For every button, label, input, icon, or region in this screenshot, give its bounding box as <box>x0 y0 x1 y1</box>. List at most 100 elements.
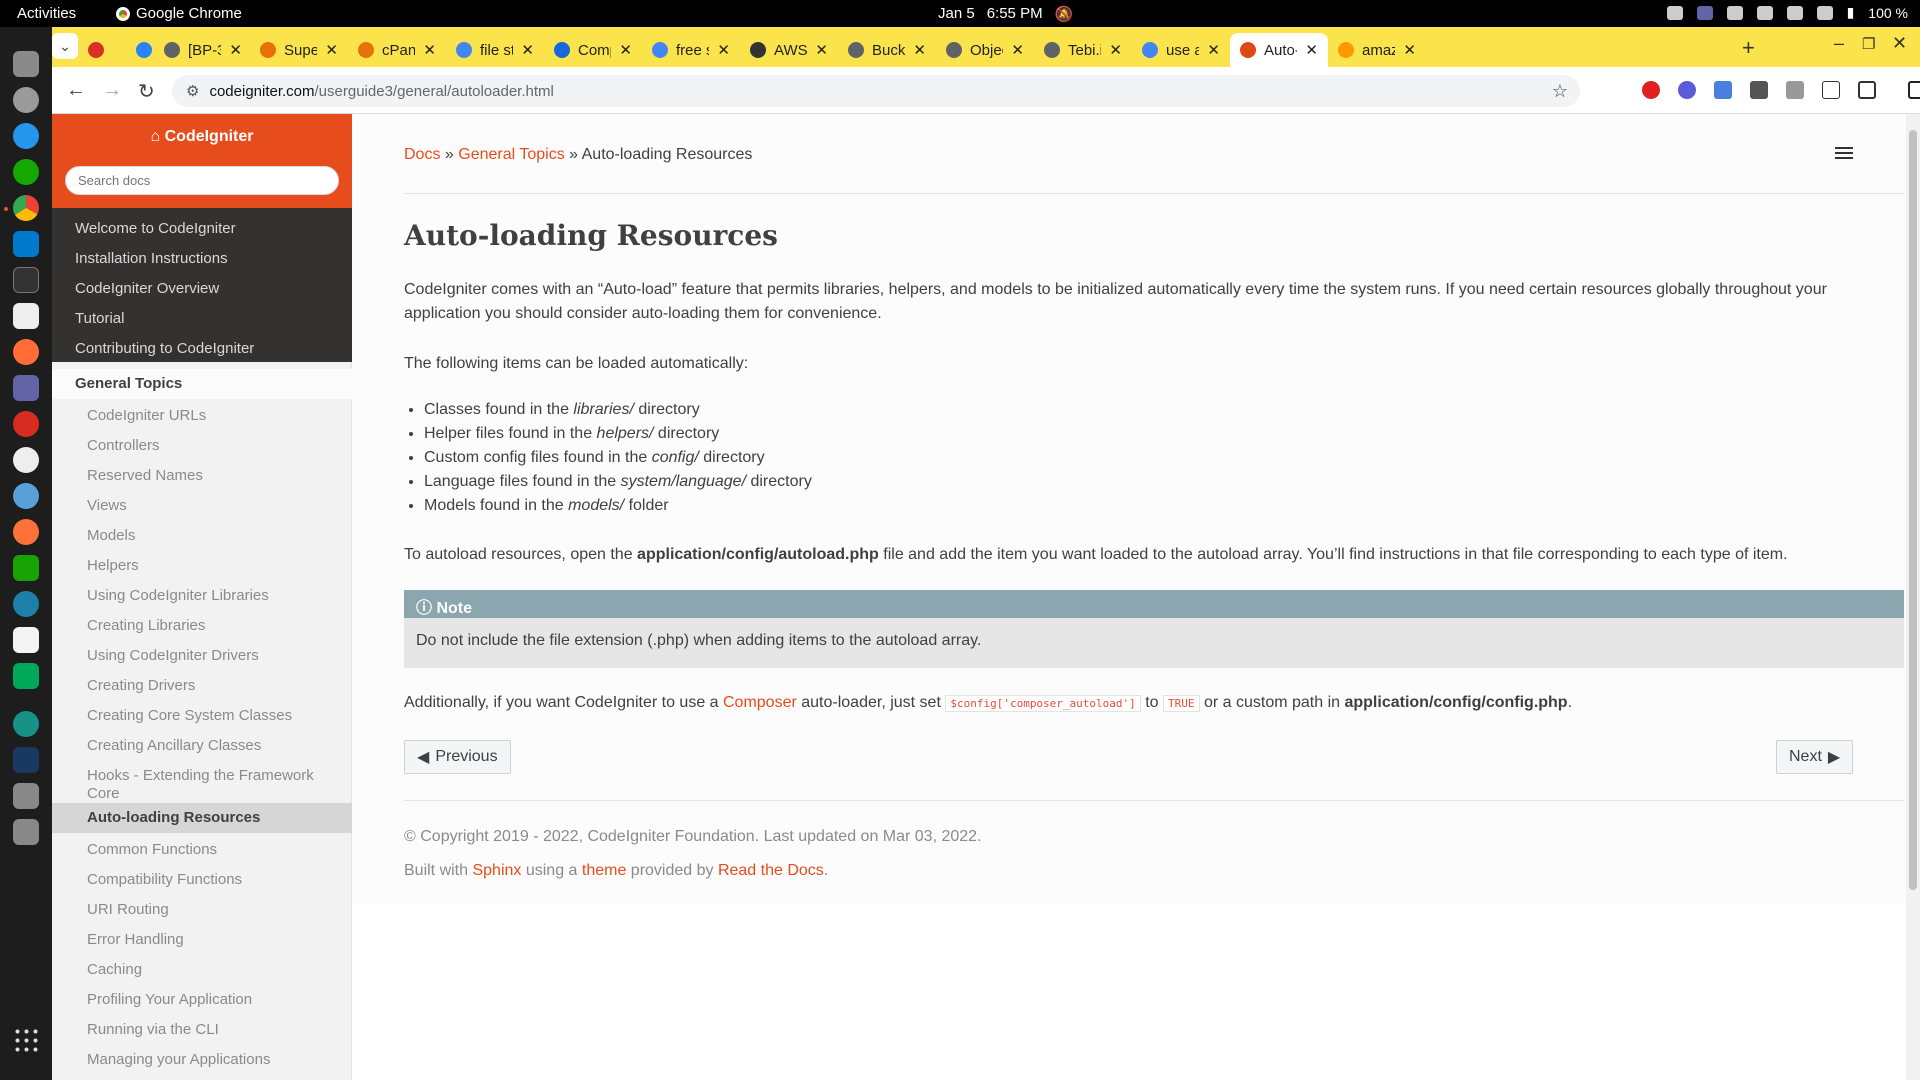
sidebar-item[interactable]: Tutorial <box>75 310 124 327</box>
bookmark-star-icon[interactable]: ☆ <box>1552 81 1568 102</box>
close-icon[interactable]: ✕ <box>325 41 338 59</box>
previous-button[interactable]: ◀ Previous <box>404 740 511 774</box>
gitkraken-icon[interactable] <box>13 711 39 737</box>
tab-search-button[interactable]: ⌄ <box>52 33 78 59</box>
tab-14[interactable]: amazo ✕ <box>1328 33 1426 67</box>
back-button[interactable]: ← <box>66 79 86 102</box>
tab-0[interactable] <box>78 33 110 67</box>
sidebar-subitem[interactable]: Views <box>87 497 337 515</box>
chat-icon[interactable] <box>13 663 39 689</box>
reload-button[interactable]: ↻ <box>138 79 155 104</box>
sidebar-subitem[interactable]: Hooks - Extending the Framework Core <box>87 767 337 803</box>
sidebar-item-general-topics[interactable]: General Topics <box>52 369 352 399</box>
app-menu[interactable]: Google Chrome <box>116 5 242 22</box>
mongodb-icon[interactable] <box>13 447 39 473</box>
sidebar-subitem[interactable]: Reserved Names <box>87 467 337 485</box>
sidebar-subitem[interactable]: Using CodeIgniter Libraries <box>87 587 337 605</box>
side-panel-icon[interactable] <box>1908 81 1920 99</box>
theme-link[interactable]: theme <box>582 862 626 879</box>
font-icon[interactable] <box>1750 81 1768 99</box>
tab-13[interactable]: Auto-lo ✕ <box>1230 33 1328 67</box>
close-icon[interactable]: ✕ <box>521 41 534 59</box>
sidebar-subitem[interactable]: Managing your Applications <box>87 1051 337 1069</box>
close-window-button[interactable]: ✕ <box>1892 33 1907 54</box>
upwork-icon[interactable] <box>13 159 39 185</box>
clock[interactable]: Jan 5 6:55 PM 🔕 <box>938 5 1073 23</box>
close-icon[interactable]: ✕ <box>229 41 242 59</box>
sidebar-subitem[interactable]: Creating Drivers <box>87 677 337 695</box>
sidebar-subitem[interactable]: Common Functions <box>87 841 337 859</box>
tab-2[interactable]: [BP-30] ✕ <box>154 33 252 67</box>
virtualbox-icon[interactable] <box>13 747 39 773</box>
compass-icon[interactable] <box>13 591 39 617</box>
new-tab-button[interactable]: + <box>1742 35 1755 61</box>
sidebar-subitem[interactable]: Profiling Your Application <box>87 991 337 1009</box>
sidebar-item[interactable]: Contributing to CodeIgniter <box>75 340 254 357</box>
breadcrumb-docs[interactable]: Docs <box>404 146 440 163</box>
breadcrumb-general-topics[interactable]: General Topics <box>458 146 564 163</box>
sidebar-item[interactable]: Installation Instructions <box>75 250 228 267</box>
terminal-icon[interactable] <box>13 267 39 293</box>
text-editor-icon[interactable] <box>13 627 39 653</box>
tab-9[interactable]: Bucket ✕ <box>838 33 936 67</box>
sidebar-subitem[interactable]: Compatibility Functions <box>87 871 337 889</box>
tab-10[interactable]: Object ✕ <box>936 33 1034 67</box>
close-icon[interactable]: ✕ <box>913 41 926 59</box>
close-icon[interactable]: ✕ <box>1207 41 1220 59</box>
sidebar-subitem[interactable]: Controllers <box>87 437 337 455</box>
tab-12[interactable]: use aw ✕ <box>1132 33 1230 67</box>
vscode-icon[interactable] <box>13 231 39 257</box>
close-icon[interactable]: ✕ <box>1403 41 1416 59</box>
ssd-icon[interactable] <box>13 783 39 809</box>
tab-5[interactable]: file sto ✕ <box>446 33 544 67</box>
extension-icon[interactable] <box>1678 81 1696 99</box>
teams-icon[interactable] <box>13 375 39 401</box>
remmina-icon[interactable] <box>13 483 39 509</box>
close-icon[interactable]: ✕ <box>815 41 828 59</box>
close-icon[interactable]: ✕ <box>1109 41 1122 59</box>
sidebar-subitem[interactable]: URI Routing <box>87 901 337 919</box>
minimize-button[interactable]: – <box>1834 33 1844 54</box>
chrome-icon[interactable] <box>13 195 39 221</box>
forward-button[interactable]: → <box>102 79 122 102</box>
fontface-icon[interactable] <box>1822 81 1840 99</box>
sidebar-subitem[interactable]: Running via the CLI <box>87 1021 337 1039</box>
tab-4[interactable]: cPanel ✕ <box>348 33 446 67</box>
settings-icon[interactable] <box>13 87 39 113</box>
sidebar-subitem[interactable]: Creating Core System Classes <box>87 707 337 725</box>
scrollbar-thumb[interactable] <box>1909 130 1917 890</box>
address-bar[interactable]: ⚙ codeigniter.com/userguide3/general/aut… <box>172 75 1580 107</box>
puzzle-icon[interactable] <box>1858 81 1876 99</box>
files-icon[interactable] <box>13 51 39 77</box>
firefox-icon[interactable] <box>13 519 39 545</box>
postman-icon[interactable] <box>13 339 39 365</box>
system-tray[interactable]: ▮ 100 % <box>1666 4 1908 21</box>
camera-icon[interactable] <box>1786 81 1804 99</box>
sidebar-subitem[interactable]: Caching <box>87 961 337 979</box>
inkscape-icon[interactable] <box>13 303 39 329</box>
tab-8[interactable]: AWS S3 ✕ <box>740 33 838 67</box>
close-icon[interactable]: ✕ <box>619 41 632 59</box>
sidebar-subitem[interactable]: Creating Ancillary Classes <box>87 737 337 755</box>
activities-button[interactable]: Activities <box>17 5 76 22</box>
search-input[interactable] <box>65 166 339 195</box>
sidebar-subitem[interactable]: Creating Libraries <box>87 617 337 635</box>
sidebar-subitem[interactable]: CodeIgniter URLs <box>87 407 337 425</box>
ssd-icon-2[interactable] <box>13 819 39 845</box>
close-icon[interactable]: ✕ <box>717 41 730 59</box>
site-info-icon[interactable]: ⚙ <box>186 82 199 100</box>
docker-icon[interactable] <box>13 123 39 149</box>
sphinx-link[interactable]: Sphinx <box>472 862 521 879</box>
spreadsheet-icon[interactable] <box>13 555 39 581</box>
adblock-icon[interactable] <box>1642 81 1660 99</box>
list-icon[interactable] <box>1835 144 1853 162</box>
sidebar-subitem[interactable]: Error Handling <box>87 931 337 949</box>
sidebar-subitem[interactable]: Models <box>87 527 337 545</box>
composer-link[interactable]: Composer <box>723 694 797 711</box>
sidebar-subitem[interactable]: Using CodeIgniter Drivers <box>87 647 337 665</box>
close-icon[interactable]: ✕ <box>1011 41 1024 59</box>
next-button[interactable]: Next ▶ <box>1776 740 1854 774</box>
sidebar-item[interactable]: CodeIgniter Overview <box>75 280 219 297</box>
tab-6[interactable]: Compa ✕ <box>544 33 642 67</box>
tab-7[interactable]: free s3 ✕ <box>642 33 740 67</box>
